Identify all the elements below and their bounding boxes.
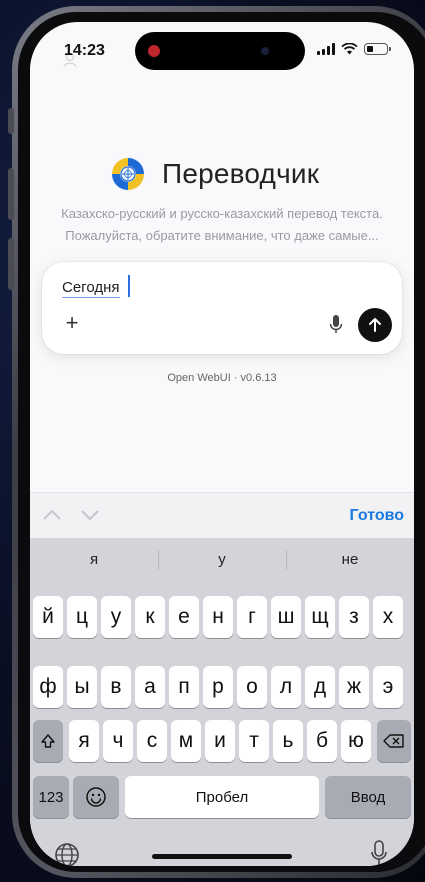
chevron-up-icon[interactable] [42,507,62,523]
key[interactable]: о [237,666,267,708]
key[interactable]: я [69,720,99,762]
dictation-mic-icon[interactable] [370,840,388,866]
key[interactable]: л [271,666,301,708]
volume-down-button [8,238,14,290]
numbers-key[interactable]: 123 [33,776,69,818]
key[interactable]: ь [273,720,303,762]
suggestion-item[interactable]: не [286,538,414,582]
on-screen-keyboard: я у не й ц у к е н г ш щ з х ф ы в а п р… [30,538,414,866]
volume-up-button [8,168,14,220]
key[interactable]: м [171,720,201,762]
battery-icon [364,43,391,55]
status-bar: 14:23 [30,22,414,78]
app-description-line-2: Пожалуйста, обратите внимание, что даже … [65,228,379,243]
key[interactable]: ж [339,666,369,708]
key[interactable]: ф [33,666,63,708]
keyboard-suggestions: я у не [30,538,414,582]
key[interactable]: б [307,720,337,762]
recording-indicator-icon [148,45,160,57]
suggestion-item[interactable]: я [30,538,158,582]
phone-screen: 14:23 Переводчик Казахско-русский и русс… [30,22,414,866]
keyboard-accessory-bar: Готово [30,492,414,538]
key[interactable]: щ [305,596,335,638]
message-input[interactable]: Сегодня [62,279,120,298]
key[interactable]: н [203,596,233,638]
key[interactable]: з [339,596,369,638]
home-indicator[interactable] [152,854,292,859]
key[interactable]: р [203,666,233,708]
text-caret [128,275,130,297]
key[interactable]: ш [271,596,301,638]
key[interactable]: с [137,720,167,762]
key[interactable]: х [373,596,403,638]
chevron-down-icon[interactable] [80,507,100,523]
key[interactable]: в [101,666,131,708]
globe-icon[interactable] [54,842,80,866]
key[interactable]: ч [103,720,133,762]
translator-logo-icon [111,157,145,191]
return-key[interactable]: Ввод [325,776,411,818]
voice-input-icon[interactable] [328,314,344,336]
dynamic-island [135,32,305,70]
key[interactable]: к [135,596,165,638]
add-attachment-button[interactable]: + [60,312,84,336]
app-title: Переводчик [162,158,320,189]
suggestion-item[interactable]: у [158,538,286,582]
shift-icon [41,734,55,748]
wifi-icon [341,43,358,55]
status-icons [317,43,391,55]
emoji-key[interactable] [73,776,119,818]
cellular-signal-icon [317,43,335,55]
key[interactable]: и [205,720,235,762]
key[interactable]: ю [341,720,371,762]
version-footer: Open WebUI · v0.6.13 [167,372,277,384]
key[interactable]: д [305,666,335,708]
key[interactable]: г [237,596,267,638]
ghost-user-icon [63,52,77,68]
key[interactable]: у [101,596,131,638]
arrow-up-icon [369,318,381,332]
backspace-icon [383,734,404,748]
silent-switch [8,108,14,134]
camera-icon [261,47,269,55]
app-description-line-1: Казахско-русский и русско-казахский пере… [61,206,383,221]
key[interactable]: й [33,596,63,638]
backspace-key[interactable] [377,720,411,762]
key[interactable]: т [239,720,269,762]
send-button[interactable] [358,308,392,342]
key[interactable]: е [169,596,199,638]
emoji-icon [86,787,106,807]
space-key[interactable]: Пробел [125,776,319,818]
key[interactable]: а [135,666,165,708]
shift-key[interactable] [33,720,63,762]
app-brand: Переводчик [110,156,319,192]
key[interactable]: ы [67,666,97,708]
message-composer[interactable]: Сегодня + [42,262,402,354]
key[interactable]: ц [67,596,97,638]
done-button[interactable]: Готово [350,507,404,525]
key[interactable]: э [373,666,403,708]
key[interactable]: п [169,666,199,708]
